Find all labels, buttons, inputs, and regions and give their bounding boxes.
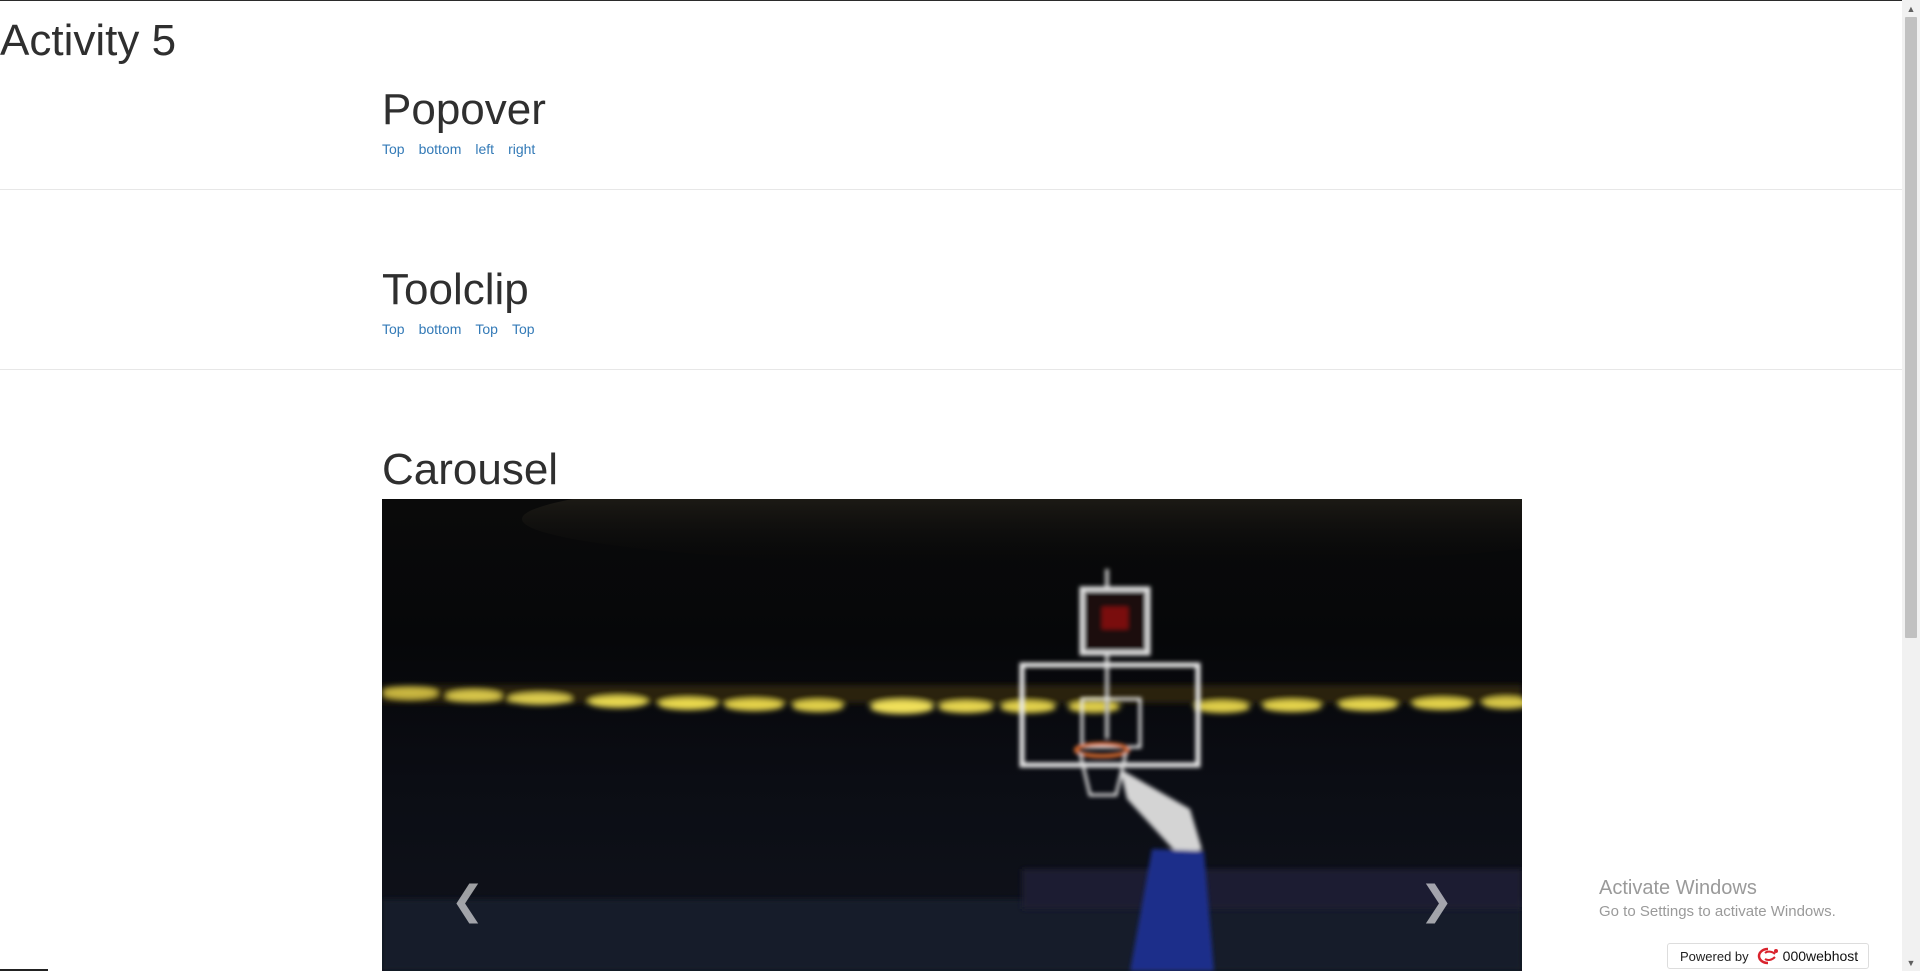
watermark-subtitle: Go to Settings to activate Windows. — [1599, 903, 1836, 920]
toolclip-top-link-2[interactable]: Top — [475, 321, 498, 337]
popover-left-link[interactable]: left — [475, 141, 494, 157]
vertical-scrollbar[interactable]: ▲ ▼ — [1902, 0, 1920, 971]
toolclip-links: Top bottom Top Top — [382, 320, 549, 338]
section-divider — [0, 189, 1902, 190]
scroll-down-arrow-icon[interactable]: ▼ — [1902, 954, 1920, 971]
carousel: ❮ ❯ — [382, 499, 1522, 971]
scrollbar-thumb[interactable] — [1905, 17, 1917, 638]
powered-by-brand: 000webhost — [1782, 948, 1859, 964]
activate-windows-watermark: Activate Windows Go to Settings to activ… — [1599, 876, 1836, 922]
section-divider — [0, 369, 1902, 370]
popover-bottom-link[interactable]: bottom — [419, 141, 462, 157]
popover-links: Top bottom left right — [382, 140, 549, 158]
watermark-title: Activate Windows — [1599, 877, 1757, 899]
carousel-prev-button[interactable]: ❮ — [382, 499, 553, 971]
chevron-left-icon: ❮ — [450, 878, 485, 924]
toolclip-heading: Toolclip — [382, 265, 529, 314]
webhost-logo-icon — [1757, 947, 1779, 965]
toolclip-bottom-link[interactable]: bottom — [419, 321, 462, 337]
page-title: Activity 5 — [0, 16, 177, 65]
popover-top-link[interactable]: Top — [382, 141, 405, 157]
top-border — [0, 0, 1920, 1]
carousel-heading: Carousel — [382, 445, 559, 494]
scroll-up-arrow-icon[interactable]: ▲ — [1902, 0, 1920, 17]
powered-by-label: Powered by — [1680, 948, 1749, 964]
toolclip-top-link[interactable]: Top — [382, 321, 405, 337]
chevron-right-icon: ❯ — [1419, 878, 1454, 924]
popover-right-link[interactable]: right — [508, 141, 535, 157]
toolclip-top-link-3[interactable]: Top — [512, 321, 535, 337]
popover-heading: Popover — [382, 85, 546, 134]
powered-by-badge[interactable]: Powered by 000webhost — [1667, 943, 1869, 969]
carousel-next-button[interactable]: ❯ — [1351, 499, 1522, 971]
